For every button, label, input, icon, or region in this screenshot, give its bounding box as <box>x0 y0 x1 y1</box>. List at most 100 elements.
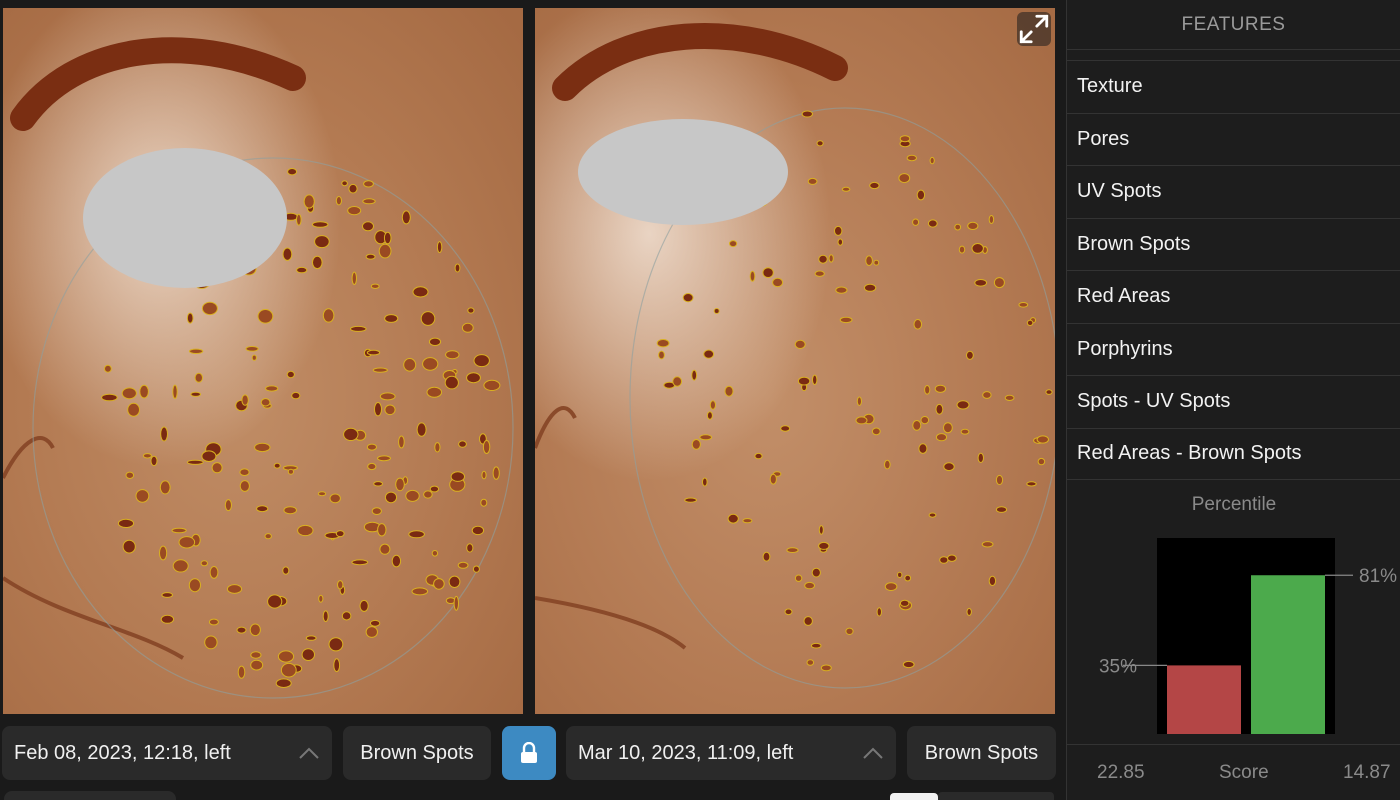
spot-marker <box>727 513 739 524</box>
spot-marker <box>448 575 461 588</box>
score-value-before: 22.85 <box>1097 761 1145 783</box>
expand-button[interactable] <box>1017 12 1051 46</box>
spot-marker <box>835 286 848 294</box>
feature-item-porphyrins[interactable]: Porphyrins <box>1067 322 1400 376</box>
spot-marker <box>282 247 293 261</box>
feature-item-uv-spots[interactable]: UV Spots <box>1067 165 1400 218</box>
features-title: FEATURES <box>1067 0 1400 50</box>
spot-marker <box>172 559 189 573</box>
right-feature-selector[interactable]: Brown Spots <box>907 726 1056 780</box>
spot-marker <box>265 385 279 392</box>
feature-item-red-areas-brown-spots[interactable]: Red Areas - Brown Spots <box>1067 427 1400 480</box>
spot-marker <box>369 619 381 627</box>
spot-marker <box>362 221 374 232</box>
left-feature-selector[interactable]: Brown Spots <box>343 726 491 780</box>
spot-marker <box>314 235 330 249</box>
spot-marker <box>188 348 204 354</box>
spot-marker <box>303 194 315 209</box>
spot-marker <box>828 254 834 263</box>
spot-marker <box>239 468 250 477</box>
spot-marker <box>350 325 367 332</box>
spot-marker <box>939 556 949 564</box>
percentile-bar-after <box>1251 575 1325 734</box>
spot-marker <box>237 665 246 679</box>
spot-marker <box>958 245 966 254</box>
spot-marker <box>372 367 388 373</box>
spot-marker <box>801 110 813 118</box>
percentile-chart: 35% 81% Percentile <box>1067 484 1400 744</box>
spot-marker <box>943 462 955 472</box>
feature-item-brown-spots[interactable]: Brown Spots <box>1067 217 1400 271</box>
spot-marker <box>201 450 217 463</box>
spot-marker <box>370 283 380 289</box>
spot-marker <box>913 319 923 330</box>
spot-marker <box>899 599 910 607</box>
spot-marker <box>104 364 112 373</box>
spot-marker <box>682 293 694 303</box>
spot-marker <box>122 539 136 554</box>
spot-marker <box>935 403 944 415</box>
spot-marker <box>684 497 698 503</box>
secondary-slider-thumb[interactable] <box>890 793 938 800</box>
spot-marker <box>993 277 1005 289</box>
right-date-selector[interactable]: Mar 10, 2023, 11:09, left <box>566 726 896 780</box>
spot-marker <box>466 543 474 553</box>
spot-marker <box>912 420 922 431</box>
spot-marker <box>159 545 168 561</box>
spot-marker <box>702 477 708 487</box>
spot-marker <box>974 279 988 287</box>
spot-marker <box>912 218 920 226</box>
right-feature-label: Brown Spots <box>924 741 1039 764</box>
spot-marker <box>971 243 984 254</box>
spot-marker <box>256 505 269 513</box>
spot-marker <box>150 455 158 467</box>
spot-marker <box>845 627 854 635</box>
spot-marker <box>208 618 219 626</box>
left-feature-label: Brown Spots <box>360 741 474 764</box>
spot-marker <box>260 398 271 407</box>
spot-marker <box>1004 394 1015 401</box>
spot-marker <box>784 608 793 616</box>
spot-marker <box>204 635 218 650</box>
spot-marker <box>713 308 720 314</box>
spot-marker <box>291 391 301 400</box>
spot-marker <box>335 196 342 206</box>
feature-item-spots-uv-spots[interactable]: Spots - UV Spots <box>1067 375 1400 428</box>
secondary-control-left[interactable] <box>4 791 176 800</box>
spot-marker <box>762 551 771 562</box>
spot-marker <box>906 154 917 162</box>
right-image-panel[interactable] <box>535 8 1055 714</box>
spot-marker <box>384 491 398 504</box>
spot-marker <box>250 651 262 659</box>
lock-toggle-button[interactable] <box>502 726 556 780</box>
spot-marker <box>373 481 384 487</box>
spot-marker <box>876 607 882 617</box>
spot-marker <box>935 433 948 442</box>
left-date-selector[interactable]: Feb 08, 2023, 12:18, left <box>2 726 332 780</box>
spot-marker <box>249 623 261 637</box>
spot-marker <box>367 462 377 471</box>
spot-marker <box>473 354 490 368</box>
spot-marker <box>366 443 377 451</box>
spot-marker <box>1026 319 1034 326</box>
spot-marker <box>378 243 392 259</box>
feature-item-red-areas[interactable]: Red Areas <box>1067 270 1400 323</box>
secondary-slider-track[interactable] <box>938 792 1054 800</box>
spot-marker <box>724 385 734 397</box>
feature-item-pores[interactable]: Pores <box>1067 112 1400 166</box>
spot-marker <box>431 550 439 557</box>
left-image-panel[interactable] <box>3 8 523 714</box>
feature-item-texture[interactable]: Texture <box>1067 60 1400 113</box>
spot-marker <box>450 471 465 482</box>
spot-marker <box>317 491 327 497</box>
spot-marker <box>117 518 135 529</box>
spot-marker <box>226 584 243 594</box>
spot-marker <box>904 574 912 582</box>
spot-marker <box>286 370 295 379</box>
spot-marker <box>967 221 979 230</box>
spot-marker <box>351 271 357 285</box>
spot-marker <box>322 610 329 623</box>
left-face-image <box>3 8 523 714</box>
spot-marker <box>280 662 297 678</box>
spot-marker <box>365 253 376 260</box>
